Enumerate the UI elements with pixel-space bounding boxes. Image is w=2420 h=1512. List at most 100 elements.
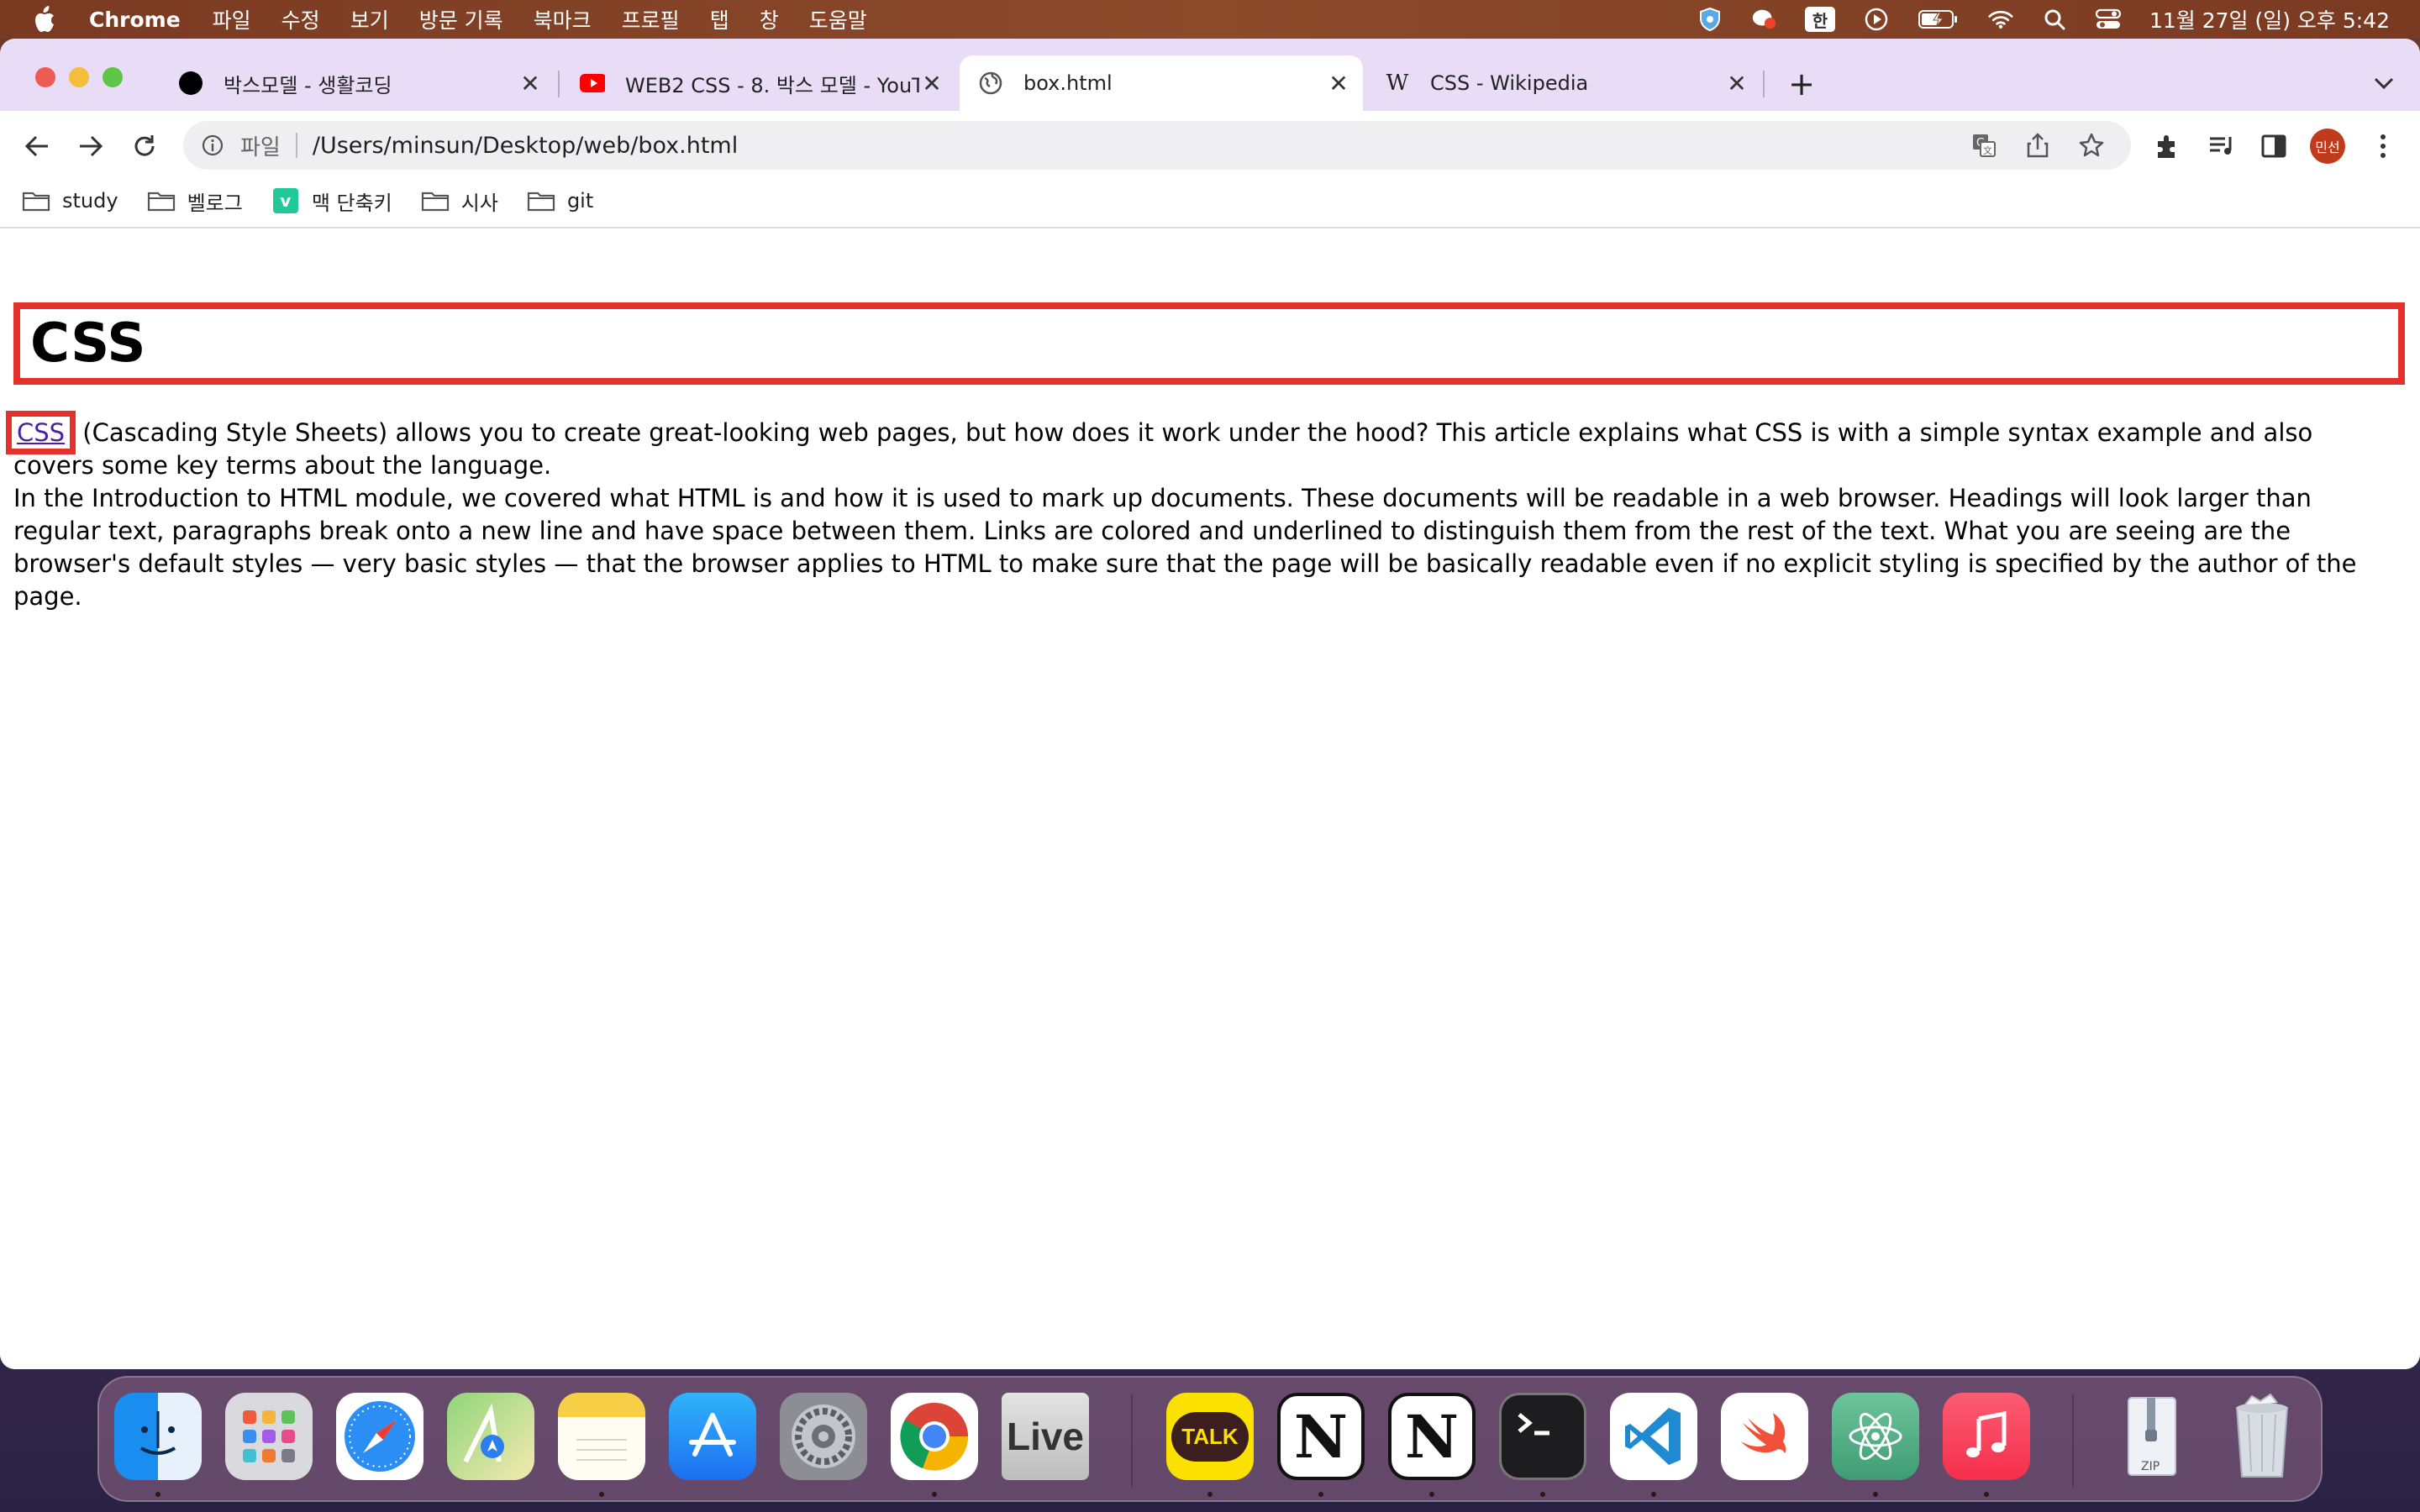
maps-icon[interactable] bbox=[447, 1393, 534, 1480]
scheme-label: 파일 bbox=[240, 134, 281, 160]
article-body: CSS (Cascading Style Sheets) allows you … bbox=[5, 411, 2400, 613]
menu-clock[interactable]: 11월 27일 (일) 오후 5:42 bbox=[2149, 4, 2390, 34]
omnibox-divider bbox=[295, 133, 297, 158]
tab-box-html[interactable]: box.html ✕ bbox=[960, 55, 1363, 111]
bookmark-label: git bbox=[566, 189, 594, 213]
menu-profiles[interactable]: 프로필 bbox=[622, 4, 680, 34]
menu-history[interactable]: 방문 기록 bbox=[419, 4, 503, 34]
tab-close-icon[interactable]: ✕ bbox=[919, 70, 944, 97]
swift-icon[interactable] bbox=[1721, 1393, 1808, 1480]
apple-menu-icon[interactable] bbox=[34, 5, 59, 34]
tab-close-icon[interactable]: ✕ bbox=[1724, 70, 1749, 97]
shield-icon[interactable] bbox=[1697, 7, 1723, 32]
forward-arrow-icon[interactable] bbox=[72, 128, 109, 165]
safari-icon[interactable] bbox=[336, 1393, 424, 1480]
tab-separator bbox=[558, 71, 560, 97]
menu-tab[interactable]: 탭 bbox=[710, 4, 729, 34]
folder-icon bbox=[527, 189, 555, 213]
menu-bar: Chrome 파일 수정 보기 방문 기록 북마크 프로필 탭 창 도움말 한 … bbox=[0, 0, 2420, 39]
address-bar[interactable]: 파일 /Users/minsun/Desktop/web/box.html G文 bbox=[183, 121, 2131, 170]
site-info-icon[interactable] bbox=[200, 133, 225, 158]
bookmark-mac-shortcuts[interactable]: v 맥 단축키 bbox=[271, 186, 392, 216]
running-indicator bbox=[1984, 1492, 1989, 1497]
input-method-indicator[interactable]: 한 bbox=[1804, 7, 1835, 32]
running-indicator bbox=[1207, 1492, 1213, 1497]
menu-file[interactable]: 파일 bbox=[213, 4, 251, 34]
svg-text:文: 文 bbox=[1983, 144, 1992, 156]
tab-wikipedia[interactable]: W CSS - Wikipedia ✕ bbox=[1366, 55, 1761, 111]
system-settings-gear-icon[interactable] bbox=[780, 1393, 867, 1480]
atom-icon[interactable] bbox=[1832, 1393, 1919, 1480]
tab-strip: 박스모델 - 생활코딩 ✕ WEB2 CSS - 8. 박스 모델 - YouT… bbox=[0, 39, 2420, 111]
running-indicator bbox=[1651, 1492, 1656, 1497]
bookmark-git[interactable]: git bbox=[527, 189, 593, 213]
share-icon[interactable] bbox=[2023, 131, 2052, 160]
music-icon[interactable] bbox=[1943, 1393, 2030, 1480]
dock: Live TALK N N ZIP bbox=[97, 1376, 2323, 1502]
side-panel-icon[interactable] bbox=[2255, 128, 2292, 165]
control-center-icon[interactable] bbox=[2095, 7, 2121, 32]
bookmark-star-icon[interactable] bbox=[2077, 131, 2106, 160]
notes-icon[interactable] bbox=[558, 1393, 645, 1480]
tab-search-chevron-icon[interactable] bbox=[2370, 69, 2398, 97]
chrome-icon[interactable] bbox=[891, 1393, 978, 1480]
bookmark-label: 벨로그 bbox=[187, 191, 243, 215]
css-link[interactable]: CSS bbox=[5, 411, 76, 454]
window-zoom-button[interactable] bbox=[103, 67, 123, 87]
bookmark-study[interactable]: study bbox=[22, 189, 118, 213]
reload-icon[interactable] bbox=[126, 128, 163, 165]
running-indicator bbox=[932, 1492, 937, 1497]
window-minimize-button[interactable] bbox=[69, 67, 89, 87]
menu-bookmarks[interactable]: 북마크 bbox=[534, 4, 592, 34]
chat-bubble-icon[interactable] bbox=[1751, 7, 1776, 32]
new-tab-plus-icon[interactable]: + bbox=[1785, 66, 1818, 102]
terminal-icon[interactable] bbox=[1499, 1393, 1586, 1480]
menu-help[interactable]: 도움말 bbox=[809, 4, 867, 34]
bookmark-news[interactable]: 시사 bbox=[421, 186, 498, 216]
kakaotalk-icon[interactable]: TALK bbox=[1166, 1393, 1254, 1480]
downloads-zip-icon[interactable]: ZIP bbox=[2107, 1393, 2195, 1480]
extensions-puzzle-icon[interactable] bbox=[2149, 128, 2186, 165]
wikipedia-favicon-icon: W bbox=[1386, 71, 1409, 96]
tab-youtube[interactable]: WEB2 CSS - 8. 박스 모델 - YouTube ✕ bbox=[561, 55, 956, 111]
page-heading: CSS bbox=[13, 302, 2405, 385]
menu-edit[interactable]: 수정 bbox=[281, 4, 320, 34]
running-indicator bbox=[1540, 1492, 1545, 1497]
app-store-icon[interactable] bbox=[669, 1393, 756, 1480]
tab-title: 박스모델 - 생활코딩 bbox=[224, 73, 392, 97]
tab-close-icon[interactable]: ✕ bbox=[518, 70, 543, 97]
livecode-icon[interactable]: Live bbox=[1002, 1393, 1089, 1480]
circle-favicon-icon bbox=[178, 71, 203, 96]
menu-view[interactable]: 보기 bbox=[350, 4, 389, 34]
search-icon[interactable] bbox=[2042, 7, 2067, 32]
translate-icon[interactable]: G文 bbox=[1970, 131, 1998, 160]
globe-favicon-icon bbox=[978, 71, 1003, 96]
folder-icon bbox=[421, 189, 450, 213]
menu-window[interactable]: 창 bbox=[760, 4, 779, 34]
notion-calendar-icon[interactable]: N bbox=[1388, 1393, 1476, 1480]
launchpad-icon[interactable] bbox=[225, 1393, 313, 1480]
tab-separator bbox=[1763, 71, 1765, 97]
wifi-icon[interactable] bbox=[1988, 7, 2013, 32]
finder-icon[interactable] bbox=[114, 1393, 202, 1480]
notion-icon[interactable]: N bbox=[1277, 1393, 1365, 1480]
battery-icon[interactable] bbox=[1918, 7, 1960, 32]
livecode-label: Live bbox=[1006, 1415, 1085, 1458]
vscode-icon[interactable] bbox=[1610, 1393, 1697, 1480]
url-text[interactable]: /Users/minsun/Desktop/web/box.html bbox=[313, 133, 1970, 159]
folder-icon bbox=[147, 189, 176, 213]
menu-app-name[interactable]: Chrome bbox=[89, 8, 181, 32]
youtube-favicon-icon bbox=[580, 71, 605, 96]
trash-icon[interactable] bbox=[2218, 1393, 2306, 1480]
back-arrow-icon[interactable] bbox=[18, 128, 55, 165]
bookmark-velog[interactable]: 벨로그 bbox=[147, 186, 243, 216]
play-icon[interactable] bbox=[1864, 7, 1889, 32]
profile-avatar[interactable]: 민선 bbox=[2309, 128, 2346, 165]
tab-close-icon[interactable]: ✕ bbox=[1326, 70, 1351, 97]
window-close-button[interactable] bbox=[35, 67, 55, 87]
folder-icon bbox=[22, 189, 50, 213]
media-control-icon[interactable] bbox=[2203, 128, 2240, 165]
chrome-menu-dots-icon[interactable] bbox=[2365, 128, 2402, 165]
tab-saengwhalcoding[interactable]: 박스모델 - 생활코딩 ✕ bbox=[160, 55, 555, 111]
browser-toolbar: 파일 /Users/minsun/Desktop/web/box.html G文… bbox=[0, 111, 2420, 180]
